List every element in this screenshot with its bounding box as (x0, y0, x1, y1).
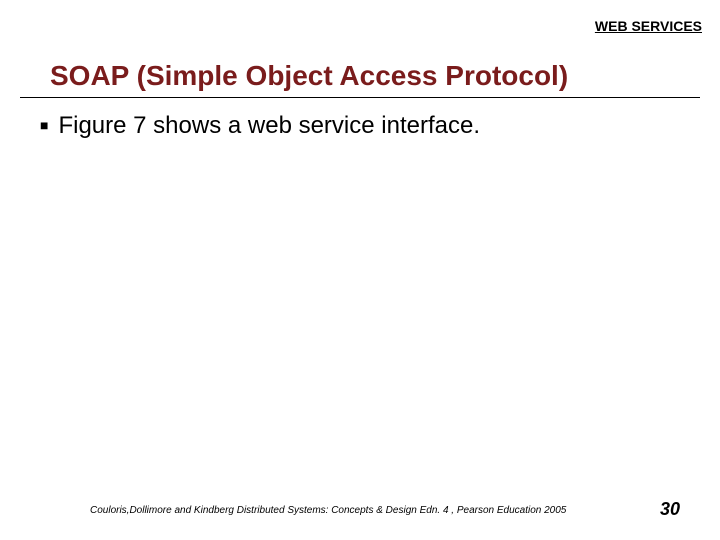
title-underline (20, 97, 700, 98)
square-bullet-icon: ■ (40, 118, 48, 132)
footer-citation: Couloris,Dollimore and Kindberg Distribu… (90, 505, 566, 516)
bullet-text: Figure 7 shows a web service interface. (58, 112, 480, 141)
page-number: 30 (660, 499, 680, 520)
header-label: WEB SERVICES (595, 18, 702, 34)
bullet-item: ■ Figure 7 shows a web service interface… (40, 112, 680, 141)
slide-title: SOAP (Simple Object Access Protocol) (50, 60, 700, 96)
